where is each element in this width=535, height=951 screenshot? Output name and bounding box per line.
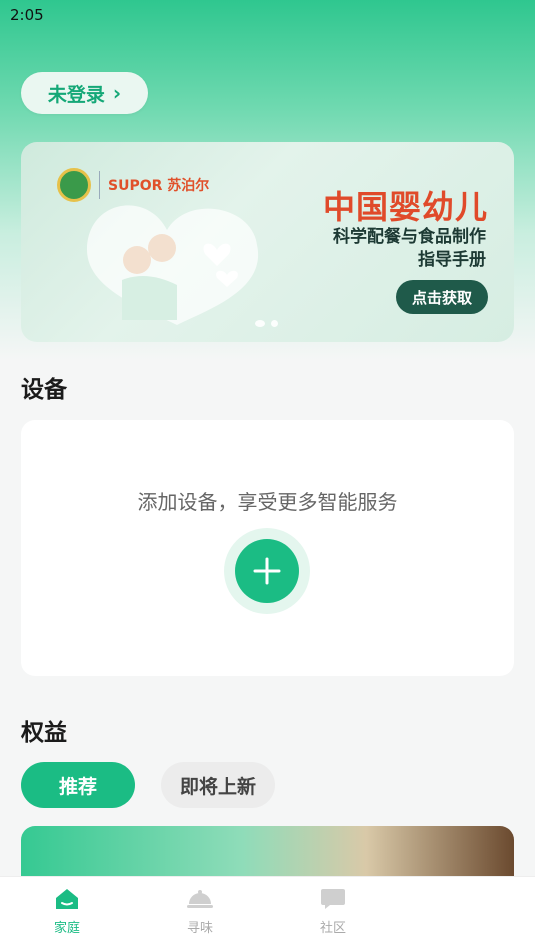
carousel-dot xyxy=(255,320,265,327)
cloche-icon xyxy=(187,890,213,908)
add-device-button[interactable] xyxy=(235,539,299,603)
banner-cta-button[interactable]: 点击获取 xyxy=(396,280,488,314)
benefits-section-title: 权益 xyxy=(21,720,67,746)
plus-icon xyxy=(253,557,281,585)
tab-recommended[interactable]: 推荐 xyxy=(21,762,135,808)
promo-banner[interactable]: SUPOR 苏泊尔 中国婴幼儿 科学配餐与食品制作 指导手册 点击获取 xyxy=(21,142,514,342)
home-icon xyxy=(56,889,78,909)
status-time: 2:05 xyxy=(10,6,44,24)
device-empty-text: 添加设备，享受更多智能服务 xyxy=(137,490,398,514)
bottom-nav: 家庭 寻味 社区 xyxy=(0,876,535,951)
devices-section-title: 设备 xyxy=(21,377,67,403)
banner-subtitle-1: 科学配餐与食品制作 xyxy=(333,227,486,247)
banner-subtitle-2: 指导手册 xyxy=(418,250,486,270)
family-illustration xyxy=(87,205,259,325)
chat-bubble-icon xyxy=(321,889,345,909)
status-bar: 2:05 xyxy=(0,0,535,30)
tab-coming-soon[interactable]: 即将上新 xyxy=(161,762,275,808)
nav-label-home: 家庭 xyxy=(53,921,80,936)
login-button[interactable]: 未登录 › xyxy=(21,72,148,114)
carousel-dot xyxy=(271,320,278,327)
chevron-right-icon: › xyxy=(112,81,122,105)
nav-item-flavor[interactable]: 寻味 xyxy=(165,887,235,936)
nav-item-community[interactable]: 社区 xyxy=(298,887,368,936)
device-card: 添加设备，享受更多智能服务 xyxy=(21,420,514,676)
login-label: 未登录 xyxy=(47,83,105,106)
nav-item-home[interactable]: 家庭 xyxy=(32,887,102,936)
carousel-dots xyxy=(255,320,278,327)
nav-label-community: 社区 xyxy=(319,921,346,936)
add-device-ring xyxy=(224,528,310,614)
nav-label-flavor: 寻味 xyxy=(186,921,213,936)
